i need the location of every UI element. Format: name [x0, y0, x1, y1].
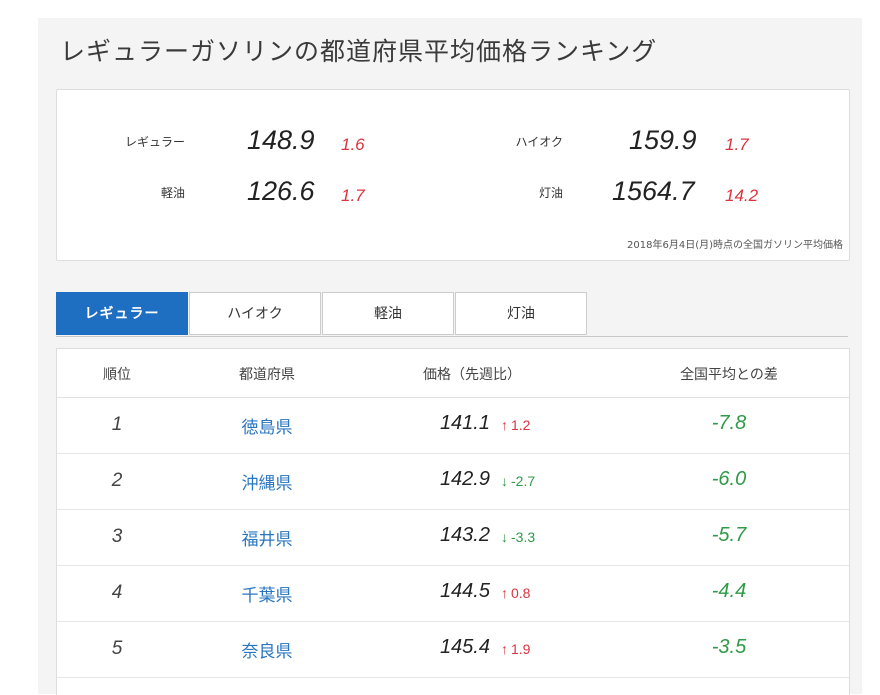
table-row: 5 奈良県 145.4 ↑ 1.9 -3.5: [57, 622, 849, 678]
summary-date-note: 2018年6月4日(月)時点の全国ガソリン平均価格: [627, 240, 843, 251]
row-rank: 4: [111, 582, 123, 603]
table-header: 順位 都道府県 価格（先週比） 全国平均との差: [57, 349, 849, 398]
summary-price-high-octane: 159.9: [629, 125, 697, 155]
header-price: 価格（先週比）: [423, 367, 521, 383]
row-weekly-change: ↑ 1.2: [501, 417, 530, 433]
fuel-type-tabs: レギュラー ハイオク 軽油 灯油: [56, 292, 848, 337]
summary-label-diesel: 軽油: [160, 186, 185, 200]
row-weekly-change: ↓ -3.3: [501, 529, 535, 545]
summary-price-regular: 148.9: [247, 125, 315, 155]
table-row: 1 徳島県 141.1 ↑ 1.2 -7.8: [57, 398, 849, 454]
arrow-up-icon: ↑: [501, 641, 508, 657]
header-prefecture: 都道府県: [239, 367, 295, 383]
tab-high-octane[interactable]: ハイオク: [189, 292, 321, 335]
summary-diff-high-octane: 1.7: [725, 135, 749, 154]
row-rank: 1: [111, 414, 123, 435]
row-change-value: -2.7: [511, 473, 536, 489]
page-container: レギュラーガソリンの都道府県平均価格ランキング レギュラー 148.9 1.6 …: [38, 18, 862, 695]
row-change-value: 1.2: [511, 417, 531, 433]
row-rank: 3: [111, 526, 123, 547]
tab-kerosene[interactable]: 灯油: [455, 292, 587, 335]
arrow-up-icon: ↑: [501, 585, 508, 601]
tab-diesel[interactable]: 軽油: [322, 292, 454, 335]
header-rank: 順位: [103, 367, 131, 383]
row-prefecture-link[interactable]: 徳島県: [217, 413, 317, 438]
row-rank: 5: [111, 638, 123, 659]
row-prefecture-link[interactable]: 福井県: [217, 525, 317, 550]
row-prefecture-link[interactable]: 奈良県: [217, 637, 317, 662]
row-avg-diff: -5.7: [711, 524, 747, 546]
summary-diff-kerosene: 14.2: [725, 186, 759, 205]
table-row: 4 千葉県 144.5 ↑ 0.8 -4.4: [57, 566, 849, 622]
row-avg-diff: -3.5: [711, 636, 747, 658]
summary-label-kerosene: 灯油: [538, 186, 563, 200]
arrow-up-icon: ↑: [501, 417, 508, 433]
summary-price-kerosene: 1564.7: [612, 176, 695, 206]
row-rank: 2: [111, 470, 123, 491]
summary-diff-diesel: 1.7: [341, 186, 365, 205]
row-change-value: 1.9: [511, 641, 531, 657]
table-row: 3 福井県 143.2 ↓ -3.3 -5.7: [57, 510, 849, 566]
ranking-table: 順位 都道府県 価格（先週比） 全国平均との差 1 徳島県 141.1 ↑ 1.2…: [56, 348, 850, 695]
summary-price-diesel: 126.6: [247, 176, 315, 206]
tab-regular[interactable]: レギュラー: [56, 292, 188, 335]
row-price: 143.2: [439, 524, 490, 546]
row-avg-diff: -7.8: [711, 412, 747, 434]
row-prefecture-link[interactable]: 沖縄県: [217, 469, 317, 494]
header-avg-diff: 全国平均との差: [680, 367, 778, 383]
row-weekly-change: ↓ -2.7: [501, 473, 535, 489]
arrow-down-icon: ↓: [501, 529, 508, 545]
row-weekly-change: ↑ 1.9: [501, 641, 530, 657]
row-price: 144.5: [439, 580, 490, 602]
row-weekly-change: ↑ 0.8: [501, 585, 530, 601]
row-avg-diff: -4.4: [711, 580, 747, 602]
row-price: 141.1: [439, 412, 490, 434]
row-change-value: -3.3: [511, 529, 536, 545]
national-average-summary: レギュラー 148.9 1.6 ハイオク 159.9 1.7 軽油 126.6 …: [56, 89, 850, 261]
row-price: 142.9: [439, 468, 490, 490]
row-price: 145.4: [439, 636, 490, 658]
summary-label-high-octane: ハイオク: [515, 135, 563, 149]
arrow-down-icon: ↓: [501, 473, 508, 489]
row-change-value: 0.8: [511, 585, 531, 601]
row-prefecture-link[interactable]: 千葉県: [217, 581, 317, 606]
row-avg-diff: -6.0: [711, 468, 747, 490]
summary-label-regular: レギュラー: [124, 135, 185, 149]
page-title: レギュラーガソリンの都道府県平均価格ランキング: [60, 37, 658, 66]
table-row: 2 沖縄県 142.9 ↓ -2.7 -6.0: [57, 454, 849, 510]
summary-diff-regular: 1.6: [341, 135, 365, 154]
